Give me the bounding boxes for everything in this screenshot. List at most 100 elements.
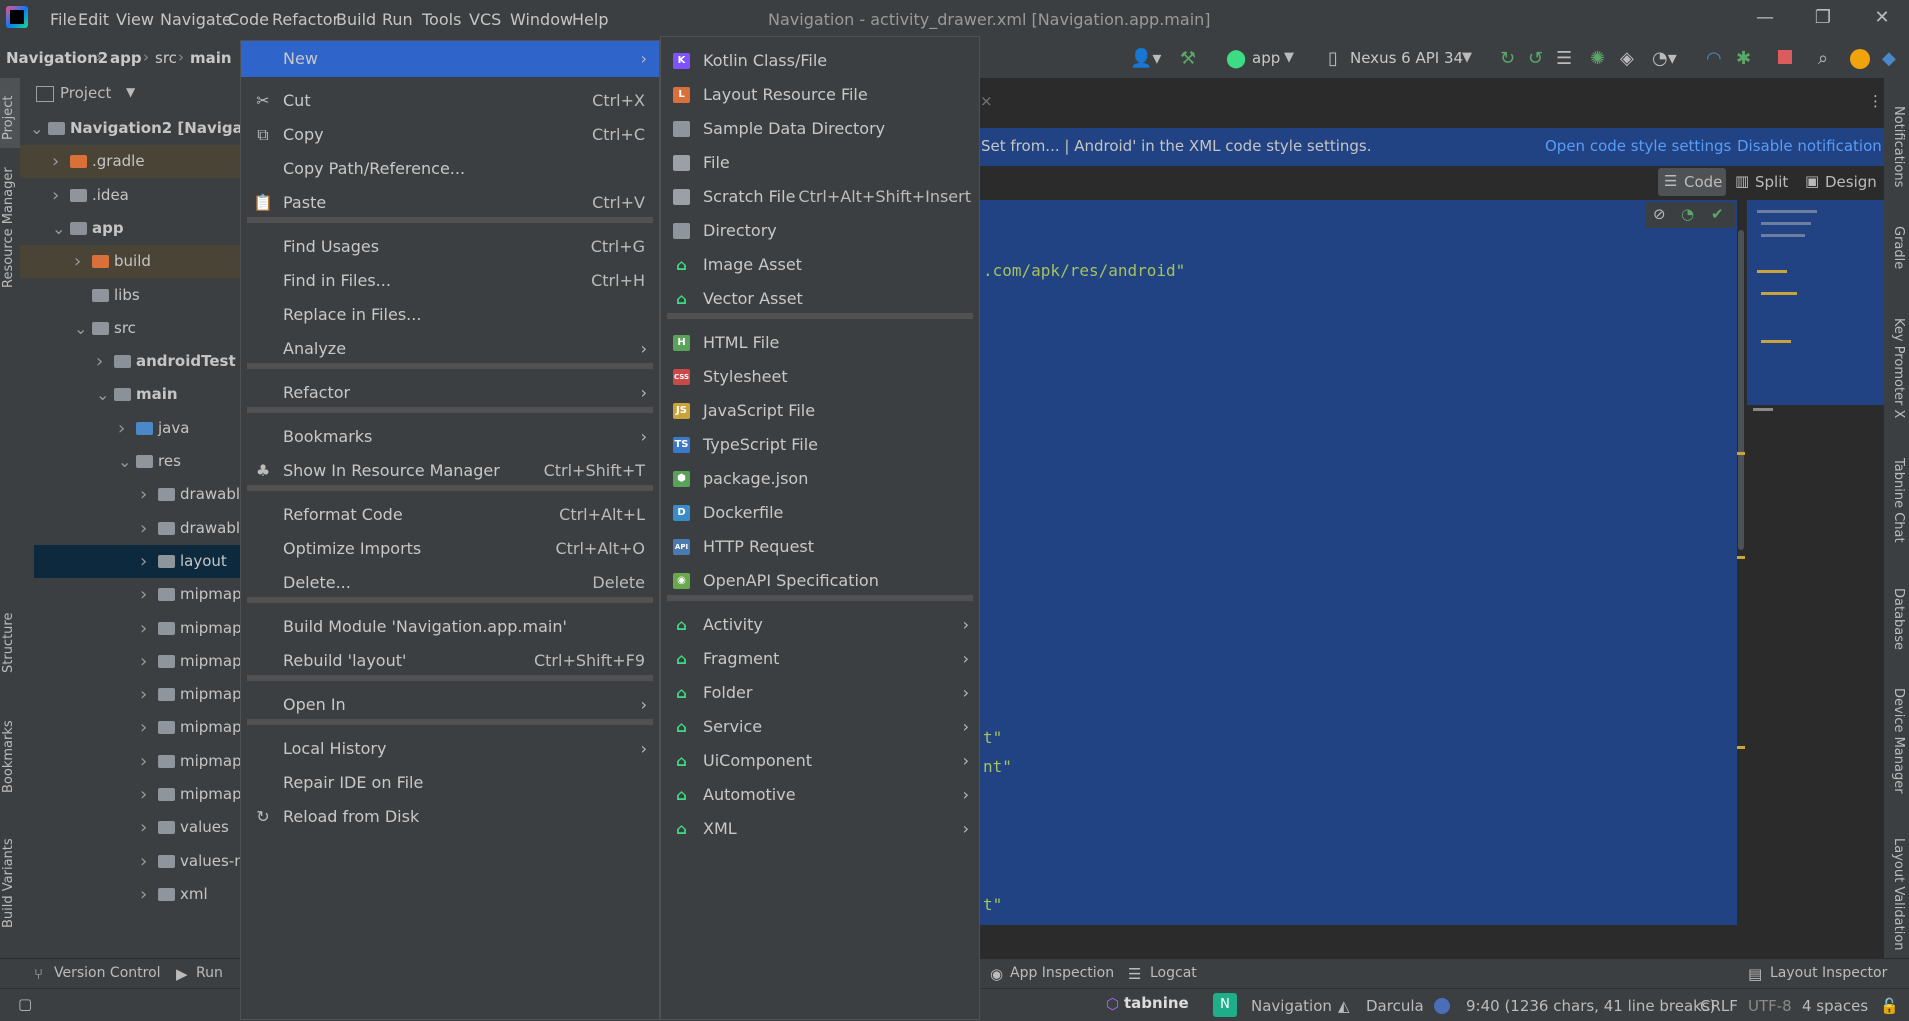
tree-item-build[interactable]: › build: [20, 245, 240, 279]
tree-item-drawable[interactable]: › drawable: [20, 512, 240, 545]
tree-item-xml[interactable]: › xml: [20, 878, 240, 911]
chevron-right-icon[interactable]: ›: [140, 612, 147, 645]
scrollbar-thumb[interactable]: [1738, 230, 1744, 550]
chevron-right-icon[interactable]: ›: [74, 245, 81, 278]
search-icon[interactable]: ⌕: [1818, 48, 1828, 69]
breadcrumb-main[interactable]: main: [190, 49, 232, 67]
tree-item-values[interactable]: › values: [20, 811, 240, 844]
line-separator[interactable]: CRLF: [1700, 997, 1738, 1015]
code-view-button[interactable]: ☰ Code: [1658, 168, 1726, 196]
version-control-icon[interactable]: ⑂: [34, 965, 43, 983]
tree-item-src[interactable]: ⌄ src: [20, 312, 240, 345]
chevron-right-icon[interactable]: ›: [140, 811, 147, 844]
debug-icon[interactable]: ✺: [1590, 48, 1605, 69]
resource-manager-tool-label[interactable]: Resource Manager: [1, 167, 16, 288]
chevron-right-icon[interactable]: ›: [140, 711, 147, 744]
project-name[interactable]: Navigation: [1251, 997, 1332, 1015]
apply-code-changes-icon[interactable]: ↺: [1528, 48, 1543, 69]
bug-icon[interactable]: ✱: [1736, 48, 1751, 69]
new-openapi-specification-item[interactable]: ◉ OpenAPI Specification: [661, 561, 979, 601]
android-run-config-icon[interactable]: ⬤: [1226, 48, 1246, 69]
chevron-down-icon[interactable]: ⌄: [74, 312, 87, 345]
project-view-selector[interactable]: Project: [60, 84, 111, 102]
chevron-right-icon[interactable]: ›: [52, 179, 59, 212]
menu-item-reload-from-disk[interactable]: ↻ Reload from Disk: [241, 797, 659, 837]
tree-item-layout[interactable]: › layout: [34, 544, 240, 578]
chevron-right-icon[interactable]: ›: [140, 512, 147, 545]
chevron-down-icon[interactable]: ▼: [1284, 50, 1294, 65]
tree-item-main[interactable]: ⌄ main: [20, 378, 240, 411]
sync-icon[interactable]: ☰: [1556, 48, 1572, 69]
project-tool-label[interactable]: Project: [1, 96, 16, 140]
tree-item-drawable[interactable]: › drawable: [20, 478, 240, 511]
new-vector-asset-item[interactable]: ⌂ Vector Asset: [661, 279, 979, 319]
disable-notification-link[interactable]: Disable notification: [1737, 137, 1882, 155]
chevron-right-icon[interactable]: ›: [140, 745, 147, 778]
stop-icon[interactable]: [1778, 50, 1792, 64]
menu-help[interactable]: Help: [572, 10, 608, 29]
tree-item-mipmap[interactable]: › mipmap: [20, 578, 240, 611]
menu-window[interactable]: Window: [510, 10, 573, 29]
menu-item-show-in-resource-manager[interactable]: ♣ Show In Resource Manager Ctrl+Shift+T: [241, 451, 659, 491]
device-icon[interactable]: ▯: [1328, 48, 1338, 69]
close-icon[interactable]: ✕: [1862, 4, 1902, 32]
app-logo-icon[interactable]: [6, 6, 28, 28]
logcat-tab[interactable]: Logcat: [1150, 965, 1197, 981]
menu-item-open-in[interactable]: Open In ›: [241, 685, 659, 725]
check-icon[interactable]: ✔: [1711, 205, 1724, 223]
menu-item-new[interactable]: New ›: [241, 41, 659, 77]
menu-run[interactable]: Run: [382, 10, 413, 29]
tabnine-chat-tool-label[interactable]: Tabnine Chat: [1891, 458, 1906, 543]
hide-inspections-icon[interactable]: ⊘: [1653, 205, 1666, 223]
apply-changes-icon[interactable]: ↻: [1500, 48, 1515, 69]
more-options-icon[interactable]: ⋮: [1868, 92, 1883, 110]
editor-scrollbar[interactable]: [1737, 200, 1745, 925]
chevron-right-icon[interactable]: ›: [140, 678, 147, 711]
tabnine-status[interactable]: tabnine: [1124, 994, 1189, 1012]
menu-code[interactable]: Code: [228, 10, 269, 29]
chevron-right-icon[interactable]: ›: [52, 145, 59, 178]
layout-validation-tool-label[interactable]: Layout Validation: [1891, 838, 1906, 951]
chevron-right-icon[interactable]: ›: [96, 345, 103, 378]
tree-item-gradle[interactable]: › .gradle: [20, 145, 240, 179]
chevron-right-icon[interactable]: ›: [140, 645, 147, 678]
chevron-down-icon[interactable]: ⌄: [96, 378, 109, 411]
status-dot-icon[interactable]: [1434, 998, 1450, 1014]
breadcrumb-app[interactable]: app: [110, 49, 142, 67]
tree-item-mipmap[interactable]: › mipmap: [20, 678, 240, 711]
tabnine-icon[interactable]: ⬡: [1106, 995, 1119, 1013]
notifications-tool-label[interactable]: Notifications: [1891, 106, 1906, 187]
version-control-tab[interactable]: Version Control: [54, 965, 161, 981]
minimize-icon[interactable]: —: [1745, 4, 1785, 32]
key-promoter-tool-label[interactable]: Key Promoter X: [1891, 318, 1906, 418]
layout-inspector-icon[interactable]: ▤: [1748, 965, 1762, 983]
user-icon[interactable]: 👤▾: [1130, 48, 1161, 69]
tree-item-navigation2-navigation[interactable]: ⌄ Navigation2 [Navigation: [20, 112, 240, 145]
chevron-down-icon[interactable]: ⌄: [52, 212, 65, 245]
app-inspection-icon[interactable]: ◉: [990, 965, 1003, 983]
menu-edit[interactable]: Edit: [78, 10, 109, 29]
chevron-down-icon[interactable]: ▼: [126, 85, 135, 99]
tree-item-app[interactable]: ⌄ app: [20, 212, 240, 245]
menu-item-analyze[interactable]: Analyze ›: [241, 329, 659, 369]
menu-item-rebuild-layout[interactable]: Rebuild 'layout' Ctrl+Shift+F9: [241, 641, 659, 681]
close-tab-icon[interactable]: ×: [980, 92, 993, 110]
database-tool-label[interactable]: Database: [1891, 588, 1906, 650]
device-selector[interactable]: Nexus 6 API 34: [1350, 49, 1463, 67]
menu-file[interactable]: File: [50, 10, 77, 29]
build-variants-tool-label[interactable]: Build Variants: [1, 838, 16, 928]
chevron-right-icon[interactable]: ›: [140, 878, 147, 911]
layout-inspector-tab[interactable]: Layout Inspector: [1770, 965, 1887, 981]
code-editor[interactable]: .com/apk/res/android" t" nt" t" ⊘ ◔ ✔: [975, 200, 1745, 925]
tree-item-libs[interactable]: libs: [20, 279, 240, 312]
gradle-tool-label[interactable]: Gradle: [1891, 226, 1906, 269]
menu-build[interactable]: Build: [336, 10, 376, 29]
tree-item-idea[interactable]: › .idea: [20, 179, 240, 212]
chevron-right-icon[interactable]: ›: [140, 478, 147, 511]
warning-marker[interactable]: [1737, 556, 1745, 559]
app-inspection-tab[interactable]: App Inspection: [1010, 965, 1114, 981]
tree-item-mipmap[interactable]: › mipmap: [20, 645, 240, 678]
lock-icon[interactable]: 🔓: [1880, 997, 1899, 1015]
breadcrumb-root[interactable]: Navigation2: [6, 49, 108, 67]
chevron-right-icon[interactable]: ›: [118, 412, 125, 445]
